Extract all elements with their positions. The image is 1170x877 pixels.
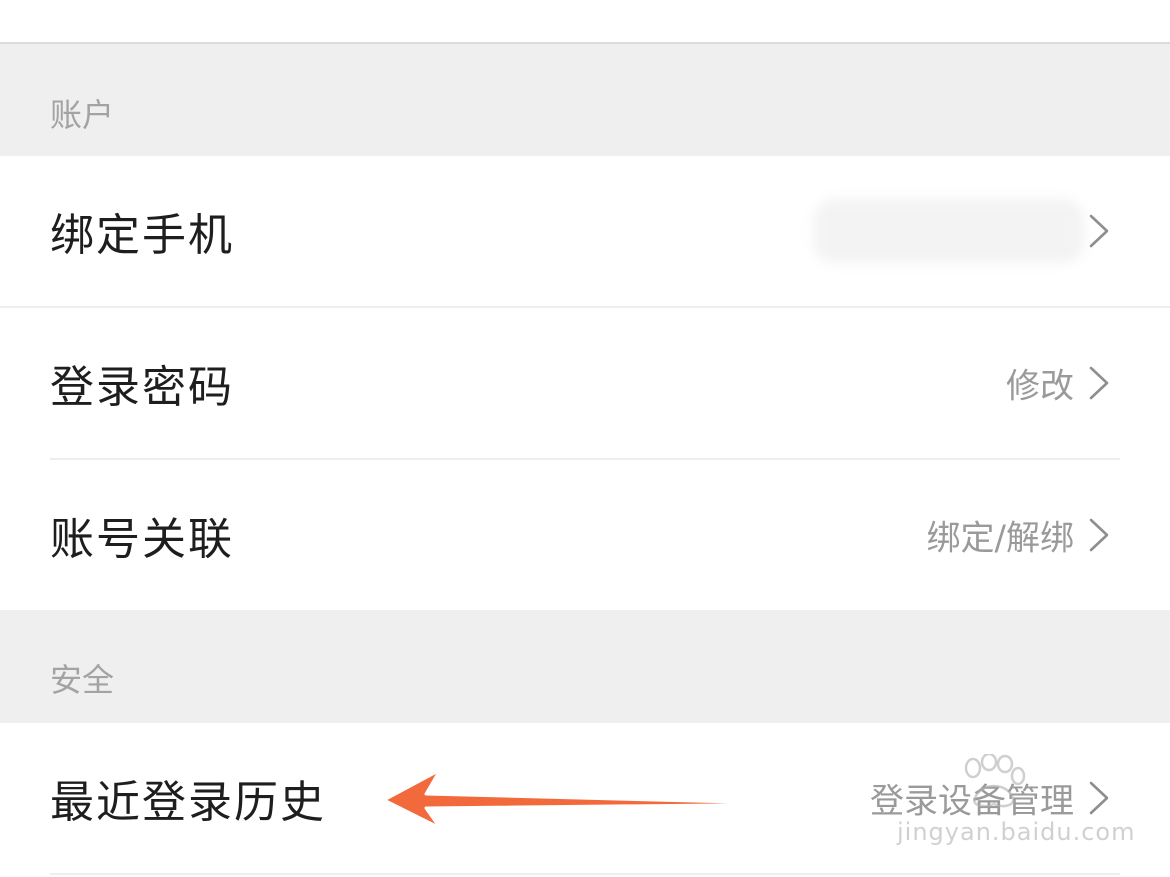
row-bind-phone[interactable]: 绑定手机 <box>0 156 1170 306</box>
row-value-login-password: 修改 <box>1006 366 1074 407</box>
section-label-account: 账户 <box>50 96 115 134</box>
row-divider <box>50 873 1120 875</box>
chevron-right-icon <box>1089 518 1109 552</box>
row-title-bind-phone: 绑定手机 <box>50 210 234 261</box>
chevron-right-icon <box>1089 366 1109 400</box>
settings-page: 账户 绑定手机 登录密码 修改 账号关联 绑定/解绑 安全 最近登录历史 登录设… <box>0 0 1170 877</box>
blurred-phone-number <box>814 199 1084 263</box>
row-value-account-link: 绑定/解绑 <box>926 518 1074 559</box>
watermark-text: jingyan.baidu.com <box>897 818 1136 846</box>
annotation-arrow-icon <box>382 768 812 830</box>
section-header-account: 账户 <box>0 44 1170 156</box>
row-account-link[interactable]: 账号关联 绑定/解绑 <box>0 460 1170 610</box>
paw-logo-icon <box>964 754 1026 808</box>
chevron-right-icon <box>1089 214 1109 248</box>
top-bar <box>0 0 1170 44</box>
row-title-account-link: 账号关联 <box>50 514 234 565</box>
row-title-recent-login-history: 最近登录历史 <box>50 777 326 828</box>
watermark: jingyan.baidu.com <box>895 750 1134 860</box>
row-title-login-password: 登录密码 <box>50 362 234 413</box>
row-login-password[interactable]: 登录密码 修改 <box>0 308 1170 458</box>
section-header-security: 安全 <box>0 610 1170 723</box>
section-label-security: 安全 <box>50 661 115 699</box>
